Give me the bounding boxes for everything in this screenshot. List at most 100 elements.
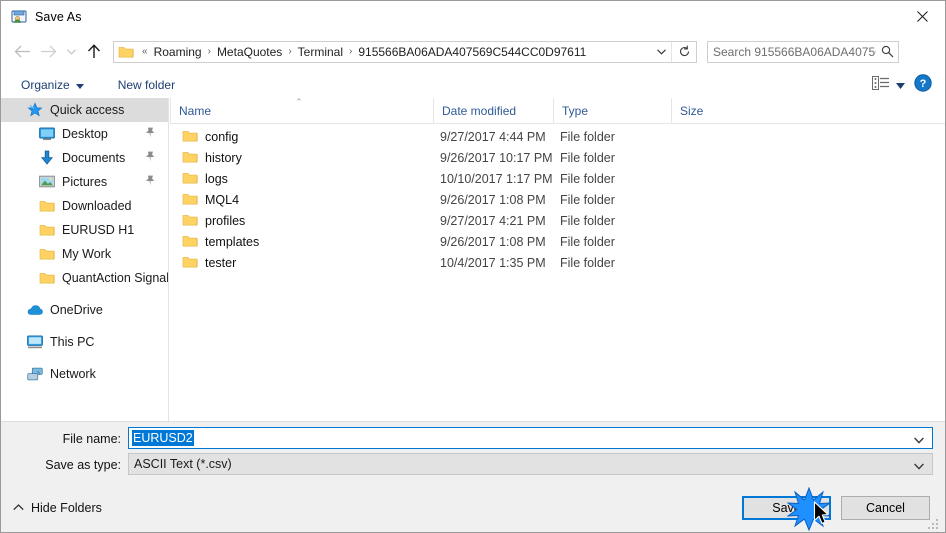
save-as-type-select[interactable]: ASCII Text (*.csv) bbox=[128, 453, 933, 475]
hide-folders-button[interactable]: Hide Folders bbox=[13, 501, 102, 515]
sidebar-item-label: EURUSD H1 bbox=[62, 223, 135, 237]
file-row[interactable]: templates 9/26/2017 1:08 PM File folder bbox=[170, 231, 945, 252]
file-name-value[interactable]: EURUSD2 bbox=[132, 430, 194, 446]
sidebar-item-downloaded[interactable]: Downloaded bbox=[1, 194, 168, 218]
breadcrumb-terminal-id[interactable]: 915566BA06ADA407569C544CC0D97611 bbox=[356, 45, 588, 59]
sidebar-item-eurusd-h1[interactable]: EURUSD H1 bbox=[1, 218, 168, 242]
file-name: config bbox=[205, 129, 239, 144]
file-row[interactable]: profiles 9/27/2017 4:21 PM File folder bbox=[170, 210, 945, 231]
hide-folders-label: Hide Folders bbox=[31, 501, 102, 515]
file-name: history bbox=[205, 150, 242, 165]
folder-icon bbox=[182, 213, 198, 227]
column-header-label: Name bbox=[179, 103, 212, 118]
folder-icon bbox=[182, 234, 198, 248]
up-button[interactable] bbox=[81, 37, 107, 67]
file-date-modified: 9/27/2017 4:44 PM bbox=[440, 129, 546, 144]
view-list-icon bbox=[872, 76, 890, 93]
recent-locations-button[interactable] bbox=[61, 37, 81, 67]
cancel-button-label: Cancel bbox=[866, 501, 905, 515]
file-name: tester bbox=[205, 255, 237, 270]
sidebar-item-label: QuantAction Signal bbox=[62, 271, 169, 285]
navigation-bar: « Roaming › MetaQuotes › Terminal › 9155… bbox=[1, 32, 945, 71]
file-row[interactable]: config 9/27/2017 4:44 PM File folder bbox=[170, 126, 945, 147]
sidebar-item-quick-access[interactable]: Quick access bbox=[1, 98, 168, 122]
sidebar-item-quantaction-signal[interactable]: QuantAction Signal bbox=[1, 266, 168, 290]
sidebar-item-label: Quick access bbox=[50, 103, 125, 117]
forward-button[interactable] bbox=[35, 37, 61, 67]
file-name-input[interactable]: EURUSD2 bbox=[128, 427, 933, 449]
breadcrumb-metaquotes[interactable]: MetaQuotes bbox=[215, 45, 284, 59]
cancel-button[interactable]: Cancel bbox=[841, 496, 930, 520]
column-header-size[interactable]: Size bbox=[671, 98, 753, 123]
column-header-label: Type bbox=[562, 103, 589, 118]
sidebar-item-this-pc[interactable]: This PC bbox=[1, 330, 168, 354]
back-button[interactable] bbox=[9, 37, 35, 67]
chevron-down-icon bbox=[896, 78, 905, 92]
chevron-down-icon[interactable] bbox=[914, 433, 924, 447]
pin-icon[interactable] bbox=[145, 127, 155, 141]
column-header-name[interactable]: Name bbox=[170, 98, 433, 123]
file-row[interactable]: tester 10/4/2017 1:35 PM File folder bbox=[170, 252, 945, 273]
save-as-icon bbox=[11, 9, 27, 25]
resize-grip[interactable] bbox=[927, 515, 941, 529]
sidebar-item-network[interactable]: Network bbox=[1, 362, 168, 386]
sidebar-item-pictures[interactable]: Pictures bbox=[1, 170, 168, 194]
pictures-icon bbox=[39, 174, 55, 190]
sidebar-item-label: My Work bbox=[62, 247, 112, 261]
file-type: File folder bbox=[560, 213, 615, 228]
refresh-icon[interactable] bbox=[671, 41, 696, 62]
file-row[interactable]: history 9/26/2017 10:17 PM File folder bbox=[170, 147, 945, 168]
sidebar-item-label: Downloaded bbox=[62, 199, 132, 213]
sidebar-item-label: OneDrive bbox=[50, 303, 103, 317]
file-type: File folder bbox=[560, 129, 615, 144]
chevron-down-icon[interactable] bbox=[914, 459, 924, 473]
network-icon bbox=[27, 366, 43, 382]
folder-icon bbox=[182, 255, 198, 269]
help-icon: ? bbox=[914, 74, 932, 95]
search-box[interactable]: Search 915566BA06ADA40756... bbox=[707, 40, 899, 63]
this-pc-icon bbox=[27, 334, 43, 350]
chevron-down-icon[interactable] bbox=[651, 42, 671, 62]
folder-icon bbox=[118, 45, 134, 59]
save-form: File name: EURUSD2 Save as type: ASCII T… bbox=[1, 421, 945, 532]
file-row[interactable]: logs 10/10/2017 1:17 PM File folder bbox=[170, 168, 945, 189]
search-input[interactable]: Search 915566BA06ADA40756... bbox=[708, 45, 876, 59]
breadcrumb-terminal[interactable]: Terminal bbox=[296, 45, 345, 59]
pin-icon[interactable] bbox=[145, 175, 155, 189]
file-row[interactable]: MQL4 9/26/2017 1:08 PM File folder bbox=[170, 189, 945, 210]
file-list-pane[interactable]: ⌃ Name Date modified Type Size config 9/27/2… bbox=[170, 98, 945, 421]
address-bar[interactable]: « Roaming › MetaQuotes › Terminal › 9155… bbox=[113, 40, 697, 63]
chevron-up-icon bbox=[13, 503, 24, 514]
column-header-date-modified[interactable]: Date modified bbox=[433, 98, 553, 123]
change-view-button[interactable] bbox=[868, 74, 909, 96]
title-bar: Save As bbox=[1, 1, 945, 32]
new-folder-label: New folder bbox=[117, 77, 176, 92]
file-type: File folder bbox=[560, 192, 615, 207]
onedrive-cloud-icon bbox=[27, 302, 43, 318]
sidebar-item-onedrive[interactable]: OneDrive bbox=[1, 298, 168, 322]
pin-icon[interactable] bbox=[145, 151, 155, 165]
file-date-modified: 10/4/2017 1:35 PM bbox=[440, 255, 546, 270]
help-button[interactable]: ? bbox=[909, 71, 937, 98]
folder-icon bbox=[182, 150, 198, 164]
organize-button[interactable]: Organize bbox=[15, 74, 90, 96]
new-folder-button[interactable]: New folder bbox=[112, 74, 181, 96]
sidebar-item-desktop[interactable]: Desktop bbox=[1, 122, 168, 146]
search-icon bbox=[876, 45, 898, 58]
sidebar-item-my-work[interactable]: My Work bbox=[1, 242, 168, 266]
file-type: File folder bbox=[560, 150, 615, 165]
desktop-icon bbox=[39, 126, 55, 142]
window-title: Save As bbox=[35, 9, 82, 24]
file-date-modified: 9/26/2017 1:08 PM bbox=[440, 234, 546, 249]
navigation-pane[interactable]: Quick access Desktop Documents Pictures Down… bbox=[1, 98, 169, 421]
breadcrumb-roaming[interactable]: Roaming bbox=[152, 45, 204, 59]
column-header-type[interactable]: Type bbox=[553, 98, 671, 123]
file-name: profiles bbox=[205, 213, 246, 228]
close-button[interactable] bbox=[899, 1, 945, 31]
column-header-label: Date modified bbox=[442, 103, 517, 118]
sidebar-item-documents[interactable]: Documents bbox=[1, 146, 168, 170]
sidebar-item-label: Network bbox=[50, 367, 96, 381]
sidebar-item-label: Documents bbox=[62, 151, 126, 165]
save-button[interactable]: Save bbox=[742, 496, 831, 520]
